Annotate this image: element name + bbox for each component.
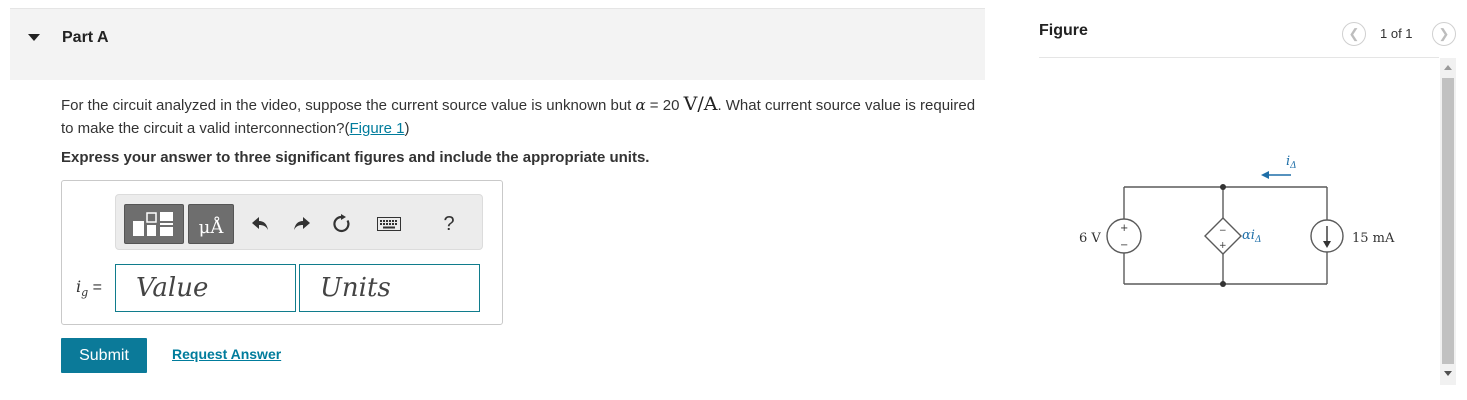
scroll-up-arrow-icon[interactable] bbox=[1444, 65, 1452, 70]
alpha-symbol: α bbox=[635, 96, 646, 114]
current-direction-arrowhead bbox=[1261, 171, 1269, 179]
top-node bbox=[1220, 184, 1226, 190]
current-source-arrowhead bbox=[1323, 241, 1331, 248]
previous-figure-button[interactable]: ❮ bbox=[1342, 22, 1366, 46]
link-close-paren: ) bbox=[404, 120, 410, 137]
voltage-plus-sign: + bbox=[1120, 223, 1128, 234]
alpha-unit: V/A bbox=[683, 93, 718, 115]
math-toolbar: μÅ ? bbox=[115, 194, 483, 250]
undo-button[interactable] bbox=[244, 204, 278, 244]
current-source-label: 15 mA bbox=[1352, 231, 1395, 246]
answer-instruction: Express your answer to three significant… bbox=[61, 149, 650, 166]
templates-icon bbox=[133, 212, 173, 236]
chevron-left-icon: ❮ bbox=[1348, 26, 1360, 41]
part-title[interactable]: Part A bbox=[62, 29, 109, 47]
figure-title: Figure bbox=[1039, 22, 1088, 39]
templates-button[interactable] bbox=[124, 204, 184, 244]
submit-button[interactable]: Submit bbox=[61, 338, 147, 373]
collapse-caret-icon[interactable] bbox=[28, 34, 40, 41]
current-direction-label: iΔ bbox=[1286, 154, 1297, 171]
chevron-right-icon: ❯ bbox=[1438, 26, 1450, 41]
bottom-node bbox=[1220, 281, 1226, 287]
figure-page-count: 1 of 1 bbox=[1380, 26, 1413, 41]
reset-button[interactable] bbox=[325, 204, 359, 244]
dependent-plus-sign: + bbox=[1219, 241, 1227, 251]
units-button[interactable]: μÅ bbox=[188, 204, 234, 244]
dependent-minus-sign: − bbox=[1219, 226, 1227, 236]
part-header[interactable] bbox=[10, 9, 985, 80]
reset-icon bbox=[333, 214, 350, 233]
value-input[interactable]: Value bbox=[115, 264, 296, 312]
dependent-source-label: αiΔ bbox=[1242, 228, 1261, 245]
figure-pager: ❮ 1 of 1 ❯ bbox=[1342, 22, 1462, 46]
voltage-minus-sign: − bbox=[1120, 240, 1128, 251]
redo-icon bbox=[294, 217, 310, 230]
question-text: For the circuit analyzed in the video, s… bbox=[61, 93, 981, 140]
units-input[interactable]: Units bbox=[299, 264, 480, 312]
figure-area: + − − + 6 V 15 mA αiΔ iΔ bbox=[1039, 58, 1439, 388]
answer-box: μÅ ? ig = Value Units bbox=[61, 180, 503, 325]
question-text-part-1: For the circuit analyzed in the video, s… bbox=[61, 97, 636, 114]
request-answer-link[interactable]: Request Answer bbox=[172, 346, 281, 362]
keyboard-icon bbox=[377, 217, 401, 231]
next-figure-button[interactable]: ❯ bbox=[1432, 22, 1456, 46]
undo-icon bbox=[252, 217, 268, 230]
circuit-diagram: + − − + 6 V 15 mA αiΔ iΔ bbox=[1079, 154, 1395, 287]
answer-variable-label: ig = bbox=[76, 277, 102, 299]
scroll-down-arrow-icon[interactable] bbox=[1444, 371, 1452, 376]
figure-link[interactable]: Figure 1 bbox=[349, 120, 404, 137]
variable-equals: = bbox=[88, 279, 102, 296]
alpha-equals: = 20 bbox=[645, 97, 684, 114]
redo-button[interactable] bbox=[284, 204, 318, 244]
figure-scrollbar[interactable] bbox=[1440, 58, 1456, 385]
voltage-source-label: 6 V bbox=[1079, 231, 1101, 246]
help-button[interactable]: ? bbox=[434, 204, 464, 244]
scrollbar-thumb[interactable] bbox=[1442, 78, 1454, 364]
keyboard-button[interactable] bbox=[367, 204, 411, 244]
